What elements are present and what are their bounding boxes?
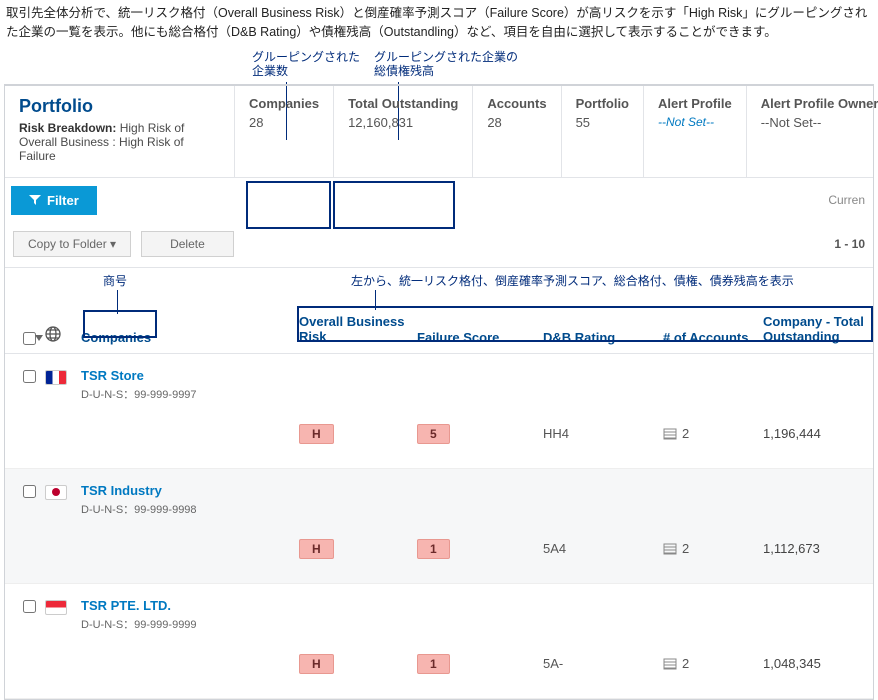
rating-value: 5A- bbox=[543, 656, 663, 671]
rating-value: HH4 bbox=[543, 426, 663, 441]
annotation-outstanding: グルーピングされた企業の総債権残高 bbox=[374, 50, 518, 79]
company-link[interactable]: TSR PTE. LTD. bbox=[81, 598, 299, 613]
paging-indicator: 1 - 10 bbox=[834, 237, 865, 251]
stat-alert-profile-value[interactable]: --Not Set-- bbox=[658, 115, 732, 129]
country-flag bbox=[45, 370, 67, 385]
risk-badge: H bbox=[299, 654, 334, 674]
accounts-value[interactable]: 2 bbox=[663, 426, 763, 441]
stat-companies-label: Companies bbox=[249, 96, 319, 111]
stat-accounts-value: 28 bbox=[487, 115, 546, 130]
globe-icon[interactable] bbox=[45, 326, 61, 342]
intro-text: 取引先全体分析で、統一リスク格付（Overall Business Risk）と… bbox=[0, 0, 878, 44]
rating-value: 5A4 bbox=[543, 541, 663, 556]
currency-selector[interactable]: Curren bbox=[828, 193, 865, 207]
stat-alert-owner-value: --Not Set-- bbox=[761, 115, 878, 130]
table-row: TSR Store D-U-N-S：99-999-9997 H 5 HH4 2 … bbox=[5, 354, 873, 469]
filter-icon bbox=[29, 195, 41, 205]
stat-companies-value: 28 bbox=[249, 115, 319, 130]
country-flag bbox=[45, 600, 67, 615]
th-failure[interactable]: Failure Score bbox=[417, 330, 543, 345]
stat-portfolio-value: 55 bbox=[576, 115, 629, 130]
accounts-value[interactable]: 2 bbox=[663, 541, 763, 556]
country-flag bbox=[45, 485, 67, 500]
filter-button[interactable]: Filter bbox=[11, 186, 97, 215]
stat-outstanding-label: Total Outstanding bbox=[348, 96, 458, 111]
accounts-icon bbox=[663, 427, 677, 441]
outstanding-value: 1,048,345 bbox=[763, 656, 873, 671]
table-row: TSR PTE. LTD. D-U-N-S：99-999-9999 H 1 5A… bbox=[5, 584, 873, 699]
th-accounts[interactable]: # of Accounts bbox=[663, 330, 763, 345]
stat-alert-owner-label: Alert Profile Owner bbox=[761, 96, 878, 111]
stat-alert-profile-label: Alert Profile bbox=[658, 96, 732, 111]
table-header: Companies Overall Business Risk Failure … bbox=[5, 308, 873, 354]
stat-accounts-label: Accounts bbox=[487, 96, 546, 111]
company-duns: D-U-N-S：99-999-9997 bbox=[81, 386, 299, 402]
accounts-icon bbox=[663, 657, 677, 671]
stat-outstanding-value: 12,160,831 bbox=[348, 115, 458, 130]
risk-breakdown: Risk Breakdown: High Risk of Overall Bus… bbox=[19, 121, 220, 163]
company-duns: D-U-N-S：99-999-9999 bbox=[81, 616, 299, 632]
annotation-company-name: 商号 bbox=[103, 274, 127, 288]
risk-badge: H bbox=[299, 424, 334, 444]
row-checkbox[interactable] bbox=[23, 600, 36, 613]
annotation-columns: 左から、統一リスク格付、倒産確率予測スコア、総合格付、債権、債券残高を表示 bbox=[351, 274, 794, 288]
annotation-companies: グルーピングされた企業数 bbox=[252, 50, 360, 79]
company-link[interactable]: TSR Industry bbox=[81, 483, 299, 498]
failure-badge: 5 bbox=[417, 424, 450, 444]
th-companies[interactable]: Companies bbox=[81, 330, 299, 345]
accounts-value[interactable]: 2 bbox=[663, 656, 763, 671]
outstanding-value: 1,196,444 bbox=[763, 426, 873, 441]
th-risk[interactable]: Overall Business Risk bbox=[299, 314, 417, 345]
stat-portfolio-label: Portfolio bbox=[576, 96, 629, 111]
failure-badge: 1 bbox=[417, 654, 450, 674]
row-checkbox[interactable] bbox=[23, 370, 36, 383]
company-duns: D-U-N-S：99-999-9998 bbox=[81, 501, 299, 517]
app-panel: Portfolio Risk Breakdown: High Risk of O… bbox=[4, 84, 874, 700]
outstanding-value: 1,112,673 bbox=[763, 541, 873, 556]
accounts-icon bbox=[663, 542, 677, 556]
chevron-down-icon[interactable] bbox=[35, 335, 43, 341]
risk-badge: H bbox=[299, 539, 334, 559]
table-row: TSR Industry D-U-N-S：99-999-9998 H 1 5A4… bbox=[5, 469, 873, 584]
th-outstanding[interactable]: Company - Total Outstanding bbox=[763, 314, 873, 345]
portfolio-title: Portfolio bbox=[19, 96, 220, 117]
row-checkbox[interactable] bbox=[23, 485, 36, 498]
copy-folder-button[interactable]: Copy to Folder ▾ bbox=[13, 231, 131, 257]
failure-badge: 1 bbox=[417, 539, 450, 559]
company-link[interactable]: TSR Store bbox=[81, 368, 299, 383]
delete-button[interactable]: Delete bbox=[141, 231, 234, 257]
th-rating[interactable]: D&B Rating bbox=[543, 330, 663, 345]
